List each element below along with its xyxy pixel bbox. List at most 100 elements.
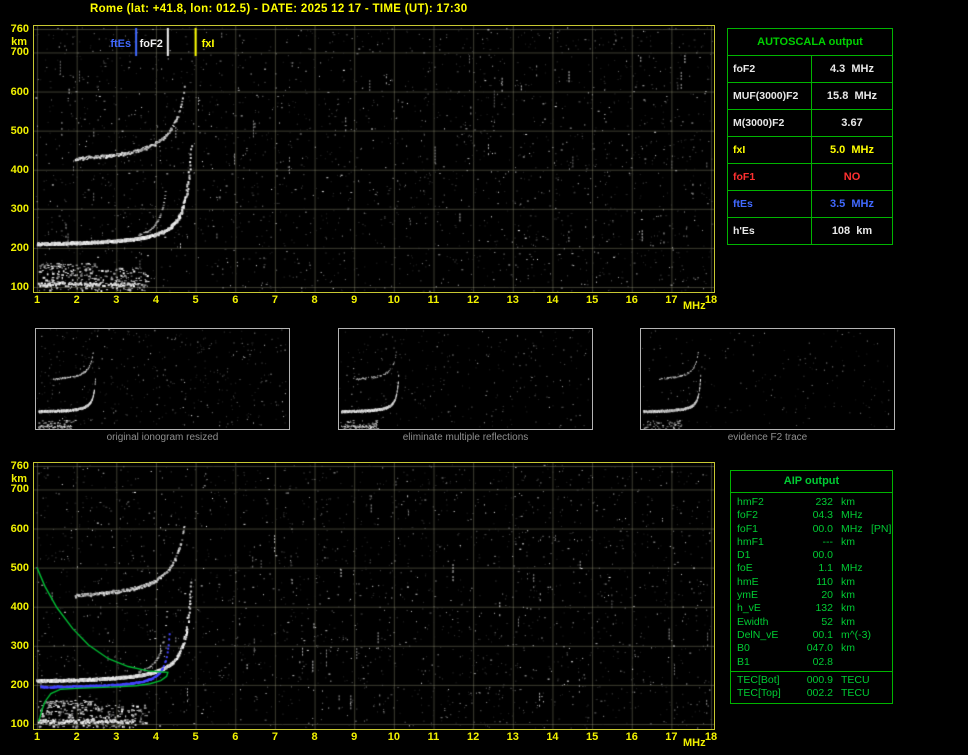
aip-cell-u: TECU — [841, 673, 870, 686]
autoscala-value: 5.0 MHz — [829, 144, 874, 156]
x-axis-tick-bottom: 2 — [73, 731, 80, 743]
x-axis-tick-top: 6 — [232, 294, 239, 306]
aip-cell-p: hmF1 — [737, 535, 764, 548]
aip-cell-u — [833, 656, 867, 669]
aip-cell-e — [867, 589, 892, 602]
autoscala-row-ftEs: ftEs 3.5 MHz — [728, 190, 892, 217]
aip-cell-e — [867, 536, 892, 549]
aip-tec-rows: TEC[Bot] 000.9 TECU TEC[Top] 002.2 TECU — [731, 670, 892, 701]
marker-label-fxI: fxI — [201, 38, 215, 50]
aip-cell-p: Ewidth — [737, 615, 769, 628]
y-axis-tick-bottom: 300 — [10, 639, 29, 652]
aip-row-hmF2: hmF2 232 km — [731, 496, 892, 509]
aip-cell-p: hmE — [737, 575, 759, 588]
aip-cell-v: 20 — [821, 589, 833, 602]
aip-cell-v: 00.0 — [812, 549, 833, 562]
aip-cell-u: km — [841, 615, 855, 628]
x-axis-unit-bottom: MHz — [683, 737, 706, 749]
aip-cell-u: MHz — [841, 509, 863, 522]
aip-cell-e — [867, 674, 892, 687]
x-axis-tick-bottom: 13 — [506, 731, 519, 743]
aip-cell-e: [PN] — [871, 522, 892, 535]
aip-cell-e — [867, 602, 892, 615]
aip-row-DelN_vE: DelN_vE 00.1 m^(-3) — [731, 629, 892, 642]
aip-cell-e — [867, 576, 892, 589]
top-ionogram-canvas — [34, 26, 714, 292]
y-axis-tick-bottom: 600 — [10, 522, 29, 535]
x-axis-tick-top: 16 — [625, 294, 638, 306]
x-axis-tick-bottom: 15 — [585, 731, 599, 743]
y-axis-unit-bottom: km — [11, 473, 27, 485]
aip-cell-p: B1 — [737, 655, 750, 668]
aip-cell-e — [867, 616, 892, 629]
x-axis-tick-bottom: 3 — [113, 731, 120, 743]
marker-label-foF2: foF2 — [139, 38, 163, 50]
x-axis-tick-top: 13 — [506, 294, 519, 306]
autoscala-row-M(3000)F2: M(3000)F2 3.67 — [728, 109, 892, 136]
autoscala-value: 3.67 — [841, 117, 863, 129]
aip-cell-v: 00.1 — [812, 628, 833, 641]
aip-cell-p: foF2 — [737, 509, 759, 522]
x-axis-unit-top: MHz — [683, 300, 706, 312]
x-axis-tick-top: 7 — [271, 294, 278, 306]
aip-cell-u: MHz — [841, 522, 863, 535]
thumbnail-original-canvas — [36, 329, 289, 429]
page-title: Rome (lat: +41.8, lon: 012.5) - DATE: 20… — [90, 3, 468, 15]
aip-row-hmF1: hmF1 --- km — [731, 536, 892, 549]
aip-row-h_vE: h_vE 132 km — [731, 602, 892, 615]
autoscala-param: MUF(3000)F2 — [728, 83, 812, 109]
aip-cell-e — [867, 562, 892, 575]
autoscala-param: M(3000)F2 — [728, 110, 812, 136]
autoscala-value: 108 km — [831, 225, 873, 237]
x-axis-tick-top: 3 — [113, 294, 120, 306]
x-axis-tick-bottom: 17 — [665, 731, 678, 743]
x-axis-tick-bottom: 16 — [625, 731, 638, 743]
aip-cell-u: km — [841, 535, 855, 548]
x-axis-tick-top: 12 — [467, 294, 480, 306]
y-axis-tick-bottom: 700 — [10, 483, 29, 496]
y-axis-tick-bottom: 760 — [10, 460, 29, 472]
thumbnail-f2-trace — [640, 328, 895, 430]
thumbnail-original — [35, 328, 290, 430]
x-axis-tick-top: 11 — [427, 294, 440, 306]
autoscala-value: 15.8 MHz — [826, 90, 878, 102]
x-axis-tick-bottom: 14 — [546, 731, 559, 743]
aip-cell-v: 02.8 — [812, 655, 833, 668]
y-axis-tick-bottom: 100 — [10, 717, 29, 730]
y-axis-tick-top: 600 — [10, 85, 29, 98]
autoscala-param: ftEs — [728, 191, 812, 217]
aip-cell-p: foF1 — [737, 522, 759, 535]
thumbnail-f2-trace-caption: evidence F2 trace — [727, 432, 808, 443]
aip-row-TEC[Top]: TEC[Top] 002.2 TECU — [731, 687, 892, 700]
x-axis-tick-top: 10 — [387, 294, 400, 306]
autoscala-row-MUF(3000)F2: MUF(3000)F2 15.8 MHz — [728, 82, 892, 109]
y-axis-tick-top: 200 — [10, 241, 29, 254]
x-axis-tick-bottom: 5 — [192, 731, 199, 743]
aip-cell-e — [867, 509, 892, 522]
x-axis-tick-bottom: 10 — [387, 731, 400, 743]
aip-row-Ewidth: Ewidth 52 km — [731, 616, 892, 629]
y-axis-tick-bottom: 200 — [10, 678, 29, 691]
aip-rows: hmF2 232 km foF2 04.3 MHz foF1 00.0 MHz [PN] hmF1 -… — [731, 493, 892, 669]
aip-cell-p: hmF2 — [737, 496, 764, 508]
aip-cell-v: 52 — [821, 615, 833, 628]
y-axis-tick-top: 100 — [10, 280, 29, 293]
x-axis-tick-top: 15 — [585, 294, 599, 306]
autoscala-row-foF1: foF1 NO — [728, 163, 892, 190]
aip-cell-u: TECU — [841, 687, 870, 700]
aip-cell-u: km — [841, 496, 855, 508]
aip-row-foF1: foF1 00.0 MHz [PN] — [731, 523, 892, 536]
aip-row-B0: B0 047.0 km — [731, 642, 892, 655]
x-axis-tick-top: 8 — [311, 294, 318, 306]
aip-cell-v: --- — [822, 535, 834, 548]
aip-row-B1: B1 02.8 — [731, 656, 892, 669]
aip-row-hmE: hmE 110 km — [731, 576, 892, 589]
autoscala-row-foF2: foF2 4.3 MHz — [728, 55, 892, 82]
y-axis-tick-bottom: 400 — [10, 600, 29, 613]
aip-cell-e — [867, 629, 892, 642]
y-axis-tick-top: 400 — [10, 163, 29, 176]
aip-cell-u: km — [841, 602, 855, 615]
aip-cell-p: foE — [737, 562, 753, 575]
x-axis-tick-top: 1 — [33, 294, 41, 306]
aip-cell-p: ymE — [737, 589, 758, 602]
